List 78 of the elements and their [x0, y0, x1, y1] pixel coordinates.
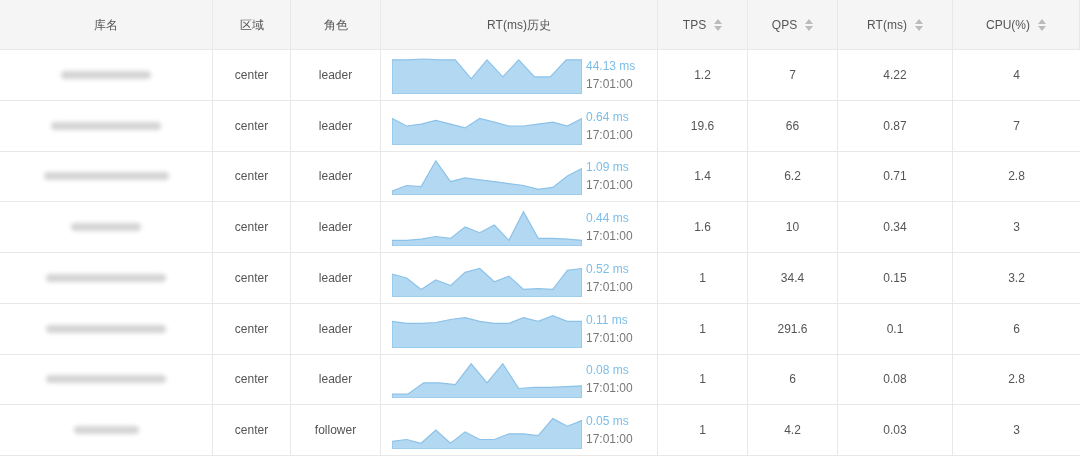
- table-cell: center: [213, 354, 291, 405]
- rt-timestamp: 17:01:00: [586, 431, 633, 449]
- rt-latest-value: 0.52 ms: [586, 260, 630, 278]
- rt-latest-value: 0.11 ms: [586, 311, 629, 329]
- table-cell: 1.6: [658, 202, 748, 252]
- table-cell: leader: [291, 151, 381, 202]
- rt-timestamp: 17:01:00: [586, 75, 634, 93]
- table-cell-text: 7: [1012, 117, 1021, 135]
- rt-timestamp: 17:01:00: [586, 329, 633, 347]
- table-cell: center: [213, 50, 291, 100]
- blurred-name: [73, 426, 139, 435]
- table-cell: leader: [291, 303, 381, 354]
- rt-latest-value: 44.13 ms: [586, 57, 636, 75]
- table-cell: 1.4: [658, 151, 748, 202]
- rt-timestamp: 17:01:00: [586, 177, 633, 195]
- table-cell: 291.6: [748, 303, 838, 354]
- table-cell: 0.08: [838, 354, 953, 405]
- column-header: 库名: [0, 0, 213, 49]
- table-cell: 1.2: [658, 50, 748, 100]
- table-cell: 1: [658, 354, 748, 405]
- table-cell: 1: [658, 405, 748, 455]
- table-cell: center: [213, 202, 291, 252]
- rt-latest-value: 0.05 ms: [586, 413, 630, 431]
- table-cell-text: 4: [1012, 66, 1021, 84]
- sort-icon[interactable]: [914, 18, 923, 31]
- table-cell: 0.1: [838, 303, 953, 354]
- table-cell: center: [213, 303, 291, 354]
- table-cell: 0.03: [838, 405, 953, 455]
- table-cell: 0.15: [838, 253, 953, 303]
- table-cell: leader: [291, 50, 381, 100]
- table-cell: 7: [748, 50, 838, 100]
- table-cell: 19.6: [658, 100, 748, 151]
- table-cell: 34.4: [748, 253, 838, 303]
- table-cell: leader: [291, 100, 381, 151]
- column-header[interactable]: CPU(%): [953, 0, 1080, 49]
- table-cell: 4.2: [748, 405, 838, 455]
- sort-icon[interactable]: [714, 18, 723, 31]
- table-cell: 1: [658, 303, 748, 354]
- rt-latest-value: 1.09 ms: [586, 159, 630, 177]
- table-cell-text: 3: [1012, 219, 1021, 237]
- table-cell: leader: [291, 202, 381, 252]
- column-header: RT(ms)历史: [381, 0, 658, 49]
- table-cell: 0.34: [838, 202, 953, 252]
- column-header[interactable]: QPS: [748, 0, 838, 49]
- table-cell: 66: [748, 100, 838, 151]
- table-cell: center: [213, 253, 291, 303]
- column-header[interactable]: TPS: [658, 0, 748, 49]
- table-cell: follower: [291, 405, 381, 455]
- sort-icon[interactable]: [805, 18, 814, 31]
- table-cell: center: [213, 405, 291, 455]
- table-cell: center: [213, 100, 291, 151]
- sort-icon[interactable]: [1038, 18, 1046, 31]
- rt-timestamp: 17:01:00: [586, 126, 633, 144]
- table-cell: 10: [748, 202, 838, 252]
- rt-timestamp: 17:01:00: [586, 278, 633, 296]
- table-cell-text: 3: [1012, 422, 1021, 440]
- table-cell: 6: [748, 354, 838, 405]
- table-cell: 0.87: [838, 100, 953, 151]
- blurred-name: [71, 223, 141, 232]
- rt-timestamp: 17:01:00: [586, 380, 633, 398]
- table-cell: leader: [291, 253, 381, 303]
- column-header: 角色: [291, 0, 381, 49]
- table-cell-text: 2.8: [1007, 371, 1026, 389]
- column-header[interactable]: RT(ms): [838, 0, 953, 49]
- rt-timestamp: 17:01:00: [586, 228, 633, 246]
- table-cell: 1: [658, 253, 748, 303]
- table-cell: 4.22: [838, 50, 953, 100]
- column-header: 区域: [213, 0, 291, 49]
- rt-latest-value: 0.44 ms: [586, 210, 630, 228]
- table-cell-text: 2.8: [1007, 168, 1026, 186]
- rt-latest-value: 0.64 ms: [586, 108, 630, 126]
- rt-latest-value: 0.08 ms: [586, 362, 630, 380]
- table-cell-text: 6: [1012, 320, 1021, 338]
- table-cell-text: 3.2: [1007, 269, 1026, 287]
- table-cell: 6.2: [748, 151, 838, 202]
- table-cell: center: [213, 151, 291, 202]
- table-cell: leader: [291, 354, 381, 405]
- table-cell: 0.71: [838, 151, 953, 202]
